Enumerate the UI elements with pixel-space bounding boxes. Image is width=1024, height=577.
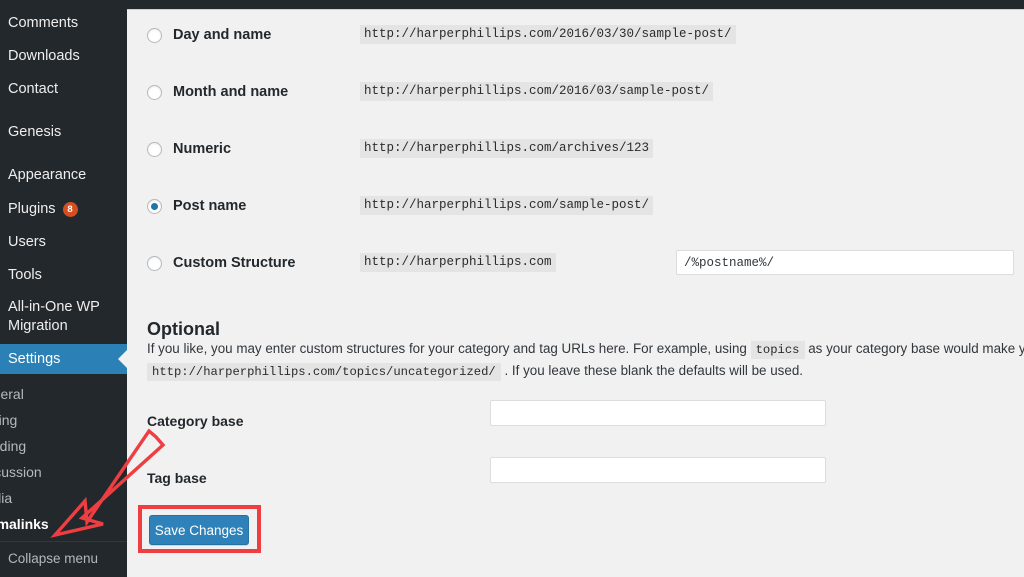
sidebar-item-label: Downloads [8,49,80,64]
sidebar-subitem-permalinks[interactable]: Permalinks [0,515,127,533]
sidebar-item-downloads[interactable]: Downloads [0,45,127,67]
permalink-option-label: Custom Structure [173,255,295,271]
sidebar-subitem-writing[interactable]: Writing [0,411,127,429]
sidebar-subitem-reading[interactable]: Reading [0,437,127,455]
sidebar-subitem-label: Permalinks [0,517,49,531]
plugins-update-count-badge: 8 [63,202,78,217]
sidebar-item-label: Genesis [8,125,61,140]
sidebar-item-label: All-in-One WP Migration [8,298,127,336]
optional-description-text: If you like, you may enter custom struct… [147,339,1024,382]
sidebar-item-appearance[interactable]: Appearance [0,164,127,186]
sidebar-item-contact[interactable]: Contact [0,78,127,100]
sidebar-item-settings[interactable]: Settings [0,344,127,374]
permalink-option-label: Day and name [173,27,271,43]
radio-day-and-name[interactable] [147,28,162,43]
tag-base-label: Tag base [147,470,207,486]
active-menu-notch-icon [118,350,127,368]
sidebar-item-tools[interactable]: Tools [0,264,127,286]
sidebar-item-users[interactable]: Users [0,231,127,253]
radio-month-and-name[interactable] [147,85,162,100]
optional-code-topics: topics [751,341,805,359]
sidebar-subitem-label: Reading [0,439,26,453]
sidebar-item-all-in-one-wp-migration[interactable]: All-in-One WP Migration [0,297,127,337]
sidebar-subitem-label: Discussion [0,465,42,479]
permalink-option-month-and-name[interactable]: Month and name [147,79,288,105]
category-base-input[interactable] [490,400,826,426]
sidebar-item-comments[interactable]: Comments [0,12,127,34]
save-changes-button[interactable]: Save Changes [149,515,249,545]
radio-custom-structure[interactable] [147,256,162,271]
content-top-divider [127,9,1024,10]
permalink-option-label: Post name [173,198,246,214]
admin-bar[interactable] [0,0,1024,9]
permalink-option-label: Month and name [173,84,288,100]
sidebar-subitem-label: Media [0,491,12,505]
permalink-option-label: Numeric [173,141,231,157]
sidebar-item-label: Plugins [8,202,56,217]
sidebar-item-label: Users [8,235,46,250]
optional-text-part1: If you like, you may enter custom struct… [147,341,747,356]
category-base-label: Category base [147,413,243,429]
radio-post-name[interactable] [147,199,162,214]
sidebar-item-label: Comments [8,16,78,31]
sidebar-subitem-discussion[interactable]: Discussion [0,463,127,481]
optional-text-part2: as your category base would make your [808,341,1024,356]
custom-structure-url-prefix: http://harperphillips.com [360,253,556,272]
sidebar-item-plugins[interactable]: Plugins 8 [0,198,127,220]
sidebar-subitem-label: Writing [0,413,17,427]
optional-text-part3: . If you leave these blank the defaults … [504,363,803,378]
sidebar-subitem-media[interactable]: Media [0,489,127,507]
collapse-menu-button[interactable]: Collapse menu [8,551,98,566]
sidebar-subitem-label: General [0,387,24,401]
tag-base-input[interactable] [490,457,826,483]
permalink-option-post-name[interactable]: Post name [147,193,246,219]
sidebar-item-label: Settings [8,352,60,367]
permalink-example-url-day-and-name: http://harperphillips.com/2016/03/30/sam… [360,25,736,44]
sidebar-item-label: Contact [8,82,58,97]
permalink-option-numeric[interactable]: Numeric [147,136,231,162]
sidebar-item-label: Tools [8,268,42,283]
radio-numeric[interactable] [147,142,162,157]
permalink-option-day-and-name[interactable]: Day and name [147,22,271,48]
custom-structure-input[interactable] [676,250,1014,275]
optional-code-example-url: http://harperphillips.com/topics/uncateg… [147,363,501,381]
permalink-example-url-month-and-name: http://harperphillips.com/2016/03/sample… [360,82,713,101]
permalink-example-url-numeric: http://harperphillips.com/archives/123 [360,139,653,158]
admin-sidebar: Comments Downloads Contact Genesis Appea… [0,0,127,577]
sidebar-item-genesis[interactable]: Genesis [0,121,127,143]
optional-section-heading: Optional [147,319,220,340]
permalink-settings-content: Day and name http://harperphillips.com/2… [127,9,1024,577]
sidebar-divider [0,541,127,542]
screen-root: Comments Downloads Contact Genesis Appea… [0,0,1024,577]
permalink-option-custom-structure[interactable]: Custom Structure [147,250,295,276]
permalink-example-url-post-name: http://harperphillips.com/sample-post/ [360,196,653,215]
sidebar-subitem-general[interactable]: General [0,385,127,403]
sidebar-item-label: Appearance [8,168,86,183]
